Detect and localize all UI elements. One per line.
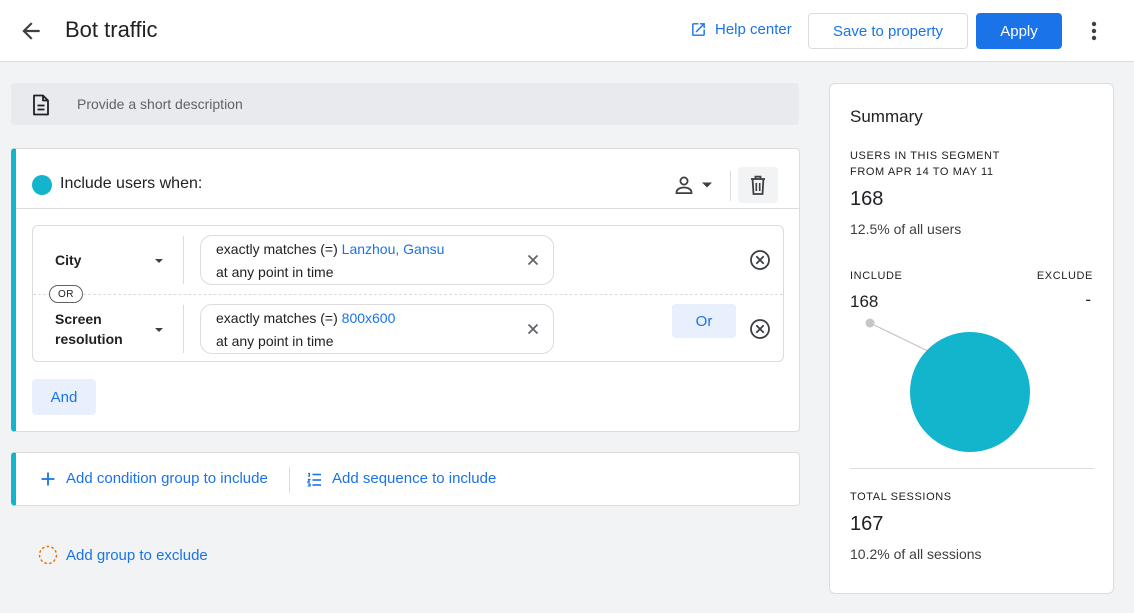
back-button[interactable] xyxy=(18,18,44,44)
remove-condition-icon[interactable] xyxy=(749,318,771,340)
condition-row: Screen resolution exactly matches (=) 80… xyxy=(33,294,783,362)
add-sequence-button[interactable]: Add sequence to include xyxy=(306,470,496,487)
add-bar-divider xyxy=(289,467,290,493)
remove-condition-icon[interactable] xyxy=(749,249,771,271)
help-center-link[interactable]: Help center xyxy=(690,21,792,38)
include-condition-group: Include users when: City exactly matches… xyxy=(11,148,800,432)
condition-value: 800x600 xyxy=(341,310,396,326)
include-group-title: Include users when: xyxy=(60,175,203,192)
scope-selector[interactable] xyxy=(672,173,714,197)
condition-chip[interactable]: exactly matches (=) Lanzhou, Gansu at an… xyxy=(200,235,554,285)
dimension-label: Screen resolution xyxy=(55,311,123,347)
save-to-property-button[interactable]: Save to property xyxy=(808,13,968,49)
condition-chip[interactable]: exactly matches (=) 800x600 at any point… xyxy=(200,304,554,354)
dimension-selector[interactable]: City xyxy=(55,226,175,294)
include-value: 168 xyxy=(850,292,879,311)
exclude-value: - xyxy=(1085,290,1091,309)
sequence-list-icon xyxy=(306,472,321,487)
description-icon xyxy=(33,94,49,116)
row-divider xyxy=(183,236,184,284)
description-bar xyxy=(11,83,799,125)
condition-operator: exactly matches (=) xyxy=(216,310,338,326)
add-group-bar: Add condition group to include Add seque… xyxy=(11,452,800,506)
pie-slice-include xyxy=(910,332,1030,452)
pie-leader-line xyxy=(869,322,931,353)
page-title: Bot traffic xyxy=(65,17,158,42)
users-percentage: 12.5% of all users xyxy=(850,221,962,237)
header-divider xyxy=(730,171,731,201)
dimension-selector[interactable]: Screen resolution xyxy=(55,295,175,363)
row-divider xyxy=(183,305,184,353)
add-exclude-group-label: Add group to exclude xyxy=(66,546,208,564)
or-separator-badge: OR xyxy=(49,285,83,303)
clear-condition-icon[interactable] xyxy=(525,321,541,337)
arrow-drop-down-icon xyxy=(155,328,163,332)
person-icon xyxy=(675,176,693,194)
condition-row: City exactly matches (=) Lanzhou, Gansu … xyxy=(33,226,783,294)
description-input[interactable] xyxy=(77,83,777,125)
total-sessions-value: 167 xyxy=(850,513,884,535)
arrow-drop-down-icon xyxy=(702,182,712,188)
more-vert-icon xyxy=(1091,21,1097,41)
add-condition-group-label: Add condition group to include xyxy=(66,470,268,487)
include-indicator-dot xyxy=(32,175,52,195)
include-group-header: Include users when: xyxy=(16,149,799,209)
more-options-button[interactable] xyxy=(1083,18,1105,44)
add-exclude-group-button[interactable]: Add group to exclude xyxy=(38,545,208,565)
exclude-dashed-circle-icon xyxy=(38,545,58,565)
users-label-line1: USERS IN THIS SEGMENT xyxy=(850,150,1000,162)
dimension-label: City xyxy=(55,252,82,268)
and-button[interactable]: And xyxy=(32,379,96,415)
users-in-segment-value: 168 xyxy=(850,188,884,210)
top-app-bar: Bot traffic Help center Save to property… xyxy=(0,0,1134,62)
summary-divider xyxy=(850,468,1094,469)
condition-operator: exactly matches (=) xyxy=(216,241,338,257)
total-sessions-label: TOTAL SESSIONS xyxy=(850,491,952,503)
summary-panel: Summary USERS IN THIS SEGMENT FROM APR 1… xyxy=(829,83,1114,594)
condition-value: Lanzhou, Gansu xyxy=(341,241,445,257)
arrow-back-icon xyxy=(22,22,40,40)
add-sequence-label: Add sequence to include xyxy=(332,470,497,487)
delete-group-button[interactable] xyxy=(738,167,778,203)
condition-operator-line: exactly matches (=) 800x600 xyxy=(216,310,395,326)
exclude-label: EXCLUDE xyxy=(1036,270,1093,282)
trash-icon xyxy=(751,175,765,195)
open-in-new-icon xyxy=(692,23,705,36)
users-in-segment-label: USERS IN THIS SEGMENT FROM APR 14 TO MAY… xyxy=(850,148,1050,180)
summary-title: Summary xyxy=(850,107,923,126)
segment-pie-chart xyxy=(865,318,1030,452)
apply-button[interactable]: Apply xyxy=(976,13,1062,49)
add-condition-group-button[interactable]: Add condition group to include xyxy=(40,470,268,487)
help-center-label: Help center xyxy=(715,21,792,38)
arrow-drop-down-icon xyxy=(155,259,163,263)
condition-timing: at any point in time xyxy=(216,333,334,349)
users-label-line2: FROM APR 14 TO MAY 11 xyxy=(850,166,994,178)
sessions-percentage: 10.2% of all sessions xyxy=(850,546,982,562)
condition-operator-line: exactly matches (=) Lanzhou, Gansu xyxy=(216,241,444,257)
clear-condition-icon[interactable] xyxy=(525,252,541,268)
include-label: INCLUDE xyxy=(850,270,903,282)
condition-timing: at any point in time xyxy=(216,264,334,280)
plus-icon xyxy=(41,472,55,485)
condition-list: City exactly matches (=) Lanzhou, Gansu … xyxy=(32,225,784,362)
or-button[interactable]: Or xyxy=(672,304,736,338)
